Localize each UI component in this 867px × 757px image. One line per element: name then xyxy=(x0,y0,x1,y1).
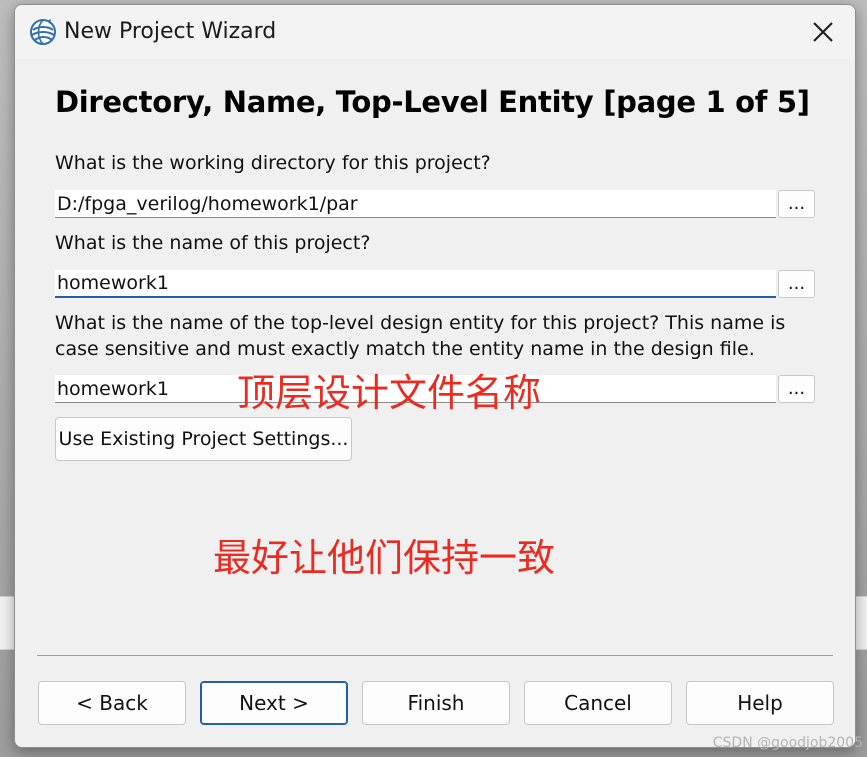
top-level-entity-label-line1: What is the name of the top-level design… xyxy=(55,312,786,334)
close-icon xyxy=(813,22,833,42)
consistency-annotation: 最好让他们保持一致 xyxy=(213,536,556,580)
back-button[interactable]: < Back xyxy=(38,681,186,725)
window-title: New Project Wizard xyxy=(64,19,277,44)
footer-divider xyxy=(37,655,833,656)
directory-label: What is the working directory for this p… xyxy=(55,152,491,174)
use-existing-settings-button[interactable]: Use Existing Project Settings... xyxy=(55,417,352,461)
page-heading: Directory, Name, Top-Level Entity [page … xyxy=(55,85,810,119)
next-button[interactable]: Next > xyxy=(200,681,348,725)
project-name-input[interactable] xyxy=(55,270,776,298)
project-name-label: What is the name of this project? xyxy=(55,232,371,254)
top-level-entity-browse-button[interactable]: ... xyxy=(778,375,815,403)
close-button[interactable] xyxy=(803,15,843,49)
directory-browse-button[interactable]: ... xyxy=(778,190,815,218)
new-project-wizard-dialog: New Project Wizard Directory, Name, Top-… xyxy=(14,4,856,748)
top-level-entity-label-line2: case sensitive and must exactly match th… xyxy=(55,338,755,360)
cancel-button[interactable]: Cancel xyxy=(524,681,672,725)
title-bar[interactable]: New Project Wizard xyxy=(15,5,855,59)
project-name-browse-button[interactable]: ... xyxy=(778,270,815,298)
top-level-annotation: 顶层设计文件名称 xyxy=(237,371,542,415)
directory-input[interactable] xyxy=(55,190,776,218)
watermark: CSDN @goodjob2005 xyxy=(712,735,863,751)
quartus-globe-icon xyxy=(30,19,56,45)
finish-button[interactable]: Finish xyxy=(362,681,510,725)
help-button[interactable]: Help xyxy=(686,681,834,725)
